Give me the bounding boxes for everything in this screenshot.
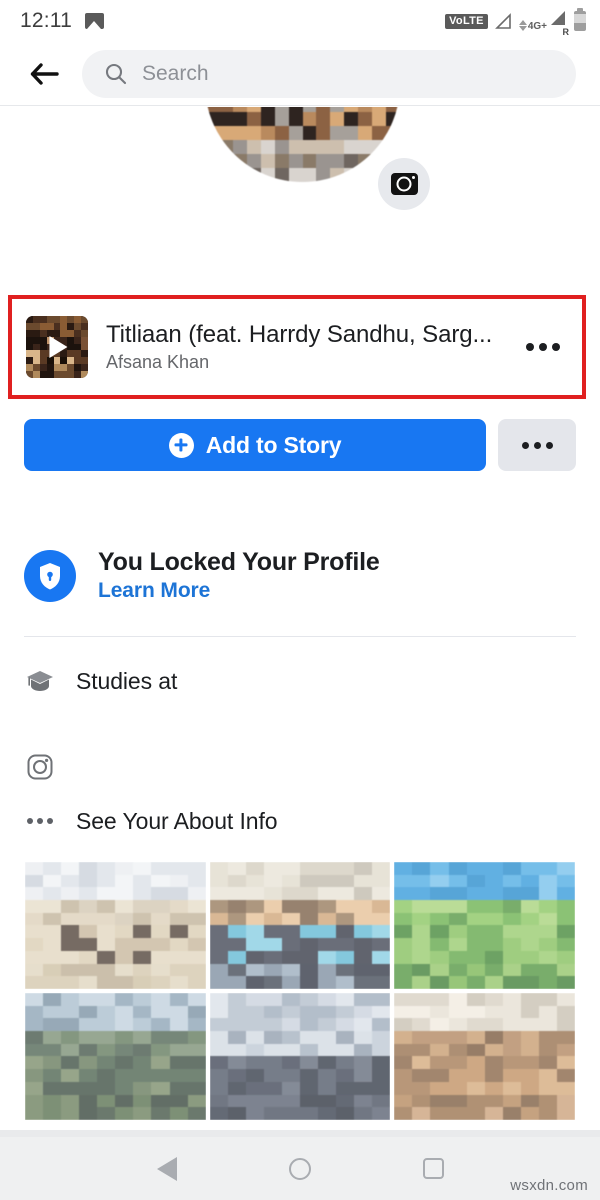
back-button[interactable]: [24, 54, 64, 94]
camera-icon: [390, 173, 418, 195]
locked-profile-text: You Locked Your Profile Learn More: [98, 548, 380, 603]
more-horizontal-icon: [526, 343, 534, 351]
nav-back-button[interactable]: [143, 1145, 191, 1193]
battery-icon: [574, 8, 586, 31]
back-arrow-icon: [30, 62, 59, 85]
nav-bar-top-edge: [0, 1130, 600, 1137]
photo-grid-item[interactable]: [25, 993, 206, 1120]
section-divider: [24, 636, 576, 637]
instagram-icon: [24, 751, 56, 783]
graduation-cap-icon: [24, 665, 56, 697]
edit-profile-photo-button[interactable]: [378, 158, 430, 210]
more-horizontal-icon: [552, 343, 560, 351]
signal-triangle-icon: [494, 12, 512, 30]
shield-lock-icon: [24, 549, 76, 602]
status-bar-left: 12:11: [20, 9, 104, 33]
nav-home-icon: [288, 1157, 311, 1180]
music-text-block: Titliaan (feat. Harrdy Sandhu, Sarg... A…: [106, 321, 504, 373]
info-row-label: Studies at: [76, 667, 178, 694]
nav-back-icon: [156, 1156, 177, 1181]
status-bar: 12:11 VoLTE 4G+ R: [0, 0, 600, 42]
profile-music-card[interactable]: Titliaan (feat. Harrdy Sandhu, Sarg... A…: [12, 299, 582, 395]
info-row-about[interactable]: See Your About Info: [24, 800, 576, 842]
locked-profile-section: You Locked Your Profile Learn More: [24, 548, 576, 603]
add-to-story-button[interactable]: Add to Story: [24, 419, 486, 471]
volte-badge: VoLTE: [445, 13, 488, 29]
photo-grid-item[interactable]: [394, 862, 575, 989]
network-gen-label: 4G+: [527, 20, 547, 32]
watermark: wsxdn.com: [510, 1177, 588, 1194]
signal-bars-icon: R: [548, 10, 569, 37]
search-placeholder: Search: [142, 61, 209, 85]
album-art[interactable]: [26, 316, 88, 378]
profile-photo-container: [0, 107, 600, 267]
nav-recents-icon: [422, 1158, 444, 1179]
add-to-story-label: Add to Story: [205, 431, 342, 458]
photo-grid-item[interactable]: [209, 862, 391, 989]
nav-recents-button[interactable]: [409, 1145, 457, 1193]
status-clock: 12:11: [20, 9, 72, 32]
photo-grid-item[interactable]: [25, 862, 206, 989]
info-row-studies[interactable]: Studies at: [24, 660, 576, 702]
photo-grid-item[interactable]: [394, 993, 575, 1120]
play-icon: [49, 336, 68, 358]
search-input[interactable]: Search: [82, 49, 576, 98]
profile-more-button[interactable]: [498, 419, 576, 471]
profile-music-highlight: Titliaan (feat. Harrdy Sandhu, Sarg... A…: [8, 295, 586, 399]
network-status-group: 4G+ R: [518, 10, 569, 37]
profile-action-row: Add to Story: [24, 419, 576, 471]
data-arrows-icon: [518, 19, 527, 31]
music-title: Titliaan (feat. Harrdy Sandhu, Sarg...: [106, 321, 493, 348]
photo-grid: [25, 862, 575, 1120]
phone-screen: 12:11 VoLTE 4G+ R Search Titliaan (feat.…: [0, 0, 600, 1200]
search-header: Search: [0, 42, 600, 106]
more-horizontal-icon: [533, 441, 541, 449]
status-bar-right: VoLTE 4G+ R: [445, 8, 586, 37]
more-horizontal-icon: [545, 441, 553, 449]
more-horizontal-icon: [539, 343, 547, 351]
music-overflow-button[interactable]: [522, 333, 564, 361]
info-row-instagram[interactable]: [24, 746, 576, 788]
more-horizontal-icon: [24, 805, 56, 837]
search-icon: [105, 63, 127, 84]
plus-circle-icon: [168, 432, 194, 458]
locked-profile-title: You Locked Your Profile: [98, 548, 380, 576]
profile-avatar[interactable]: [205, 107, 400, 182]
image-icon: [85, 13, 104, 29]
info-row-label: See Your About Info: [76, 807, 278, 834]
learn-more-link[interactable]: Learn More: [98, 579, 380, 603]
nav-home-button[interactable]: [276, 1145, 324, 1193]
music-artist: Afsana Khan: [106, 352, 210, 372]
roaming-label: R: [562, 26, 570, 37]
more-horizontal-icon: [521, 441, 529, 449]
photo-grid-item[interactable]: [209, 993, 391, 1120]
